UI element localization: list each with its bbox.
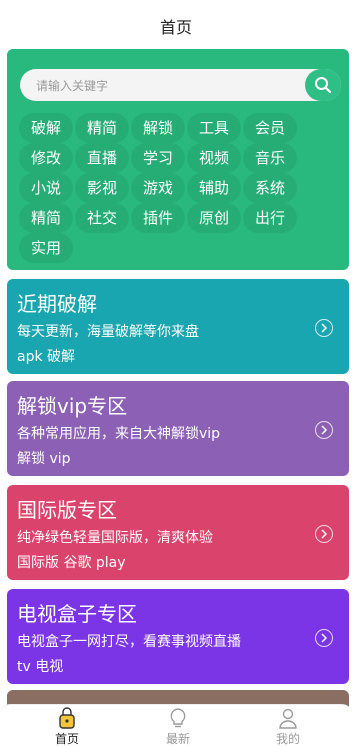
tab-label: 首页 xyxy=(54,732,79,746)
tab-label: 我的 xyxy=(275,732,300,746)
card-title: 国际版专区 xyxy=(17,498,117,522)
card-subtitle: 国际版 谷歌 play xyxy=(17,555,126,571)
card-description: 各种常用应用，来自大神解锁vip xyxy=(17,426,221,442)
user-icon xyxy=(279,708,297,729)
tag-item[interactable]: 小说 xyxy=(19,173,73,203)
tag-item[interactable]: 学习 xyxy=(131,143,185,173)
card-international-edition[interactable]: 国际版专区 纯净绿色轻量国际版，清爽体验 国际版 谷歌 play xyxy=(7,485,349,580)
tag-item[interactable]: 音乐 xyxy=(243,143,297,173)
card-title: 解锁vip专区 xyxy=(17,394,128,418)
card-description: 纯净绿色轻量国际版，清爽体验 xyxy=(17,530,213,546)
bottom-tab-bar: 首页 最新 我的 xyxy=(0,704,352,746)
top-bar: 首页 xyxy=(0,0,352,46)
card-unlock-vip[interactable]: 解锁vip专区 各种常用应用，来自大神解锁vip 解锁 vip xyxy=(7,381,349,476)
card-tv-box[interactable]: 电视盒子专区 电视盒子一网打尽，看赛事视频直播 tv 电视 xyxy=(7,589,349,684)
tag-item[interactable]: 影视 xyxy=(75,173,129,203)
tag-item[interactable]: 会员 xyxy=(243,113,297,143)
lightbulb-icon xyxy=(170,708,186,728)
tag-item[interactable]: 视频 xyxy=(187,143,241,173)
search-panel: 破解 精简 解锁 工具 会员 修改 直播 学习 视频 音乐 小说 影视 游戏 辅… xyxy=(7,49,349,270)
chevron-right-icon[interactable] xyxy=(315,421,333,439)
tag-item[interactable]: 社交 xyxy=(75,203,129,233)
chevron-right-icon[interactable] xyxy=(315,525,333,543)
search-box[interactable] xyxy=(20,69,341,103)
chevron-right-icon[interactable] xyxy=(315,319,333,337)
search-input[interactable] xyxy=(34,69,298,103)
card-title: 近期破解 xyxy=(17,292,97,316)
page-title: 首页 xyxy=(159,18,192,37)
tag-item[interactable]: 插件 xyxy=(131,203,185,233)
tab-mine[interactable]: 我的 xyxy=(248,705,328,746)
tag-item[interactable]: 系统 xyxy=(243,173,297,203)
tab-label: 最新 xyxy=(165,732,190,746)
tag-item[interactable]: 直播 xyxy=(75,143,129,173)
home-icon xyxy=(59,707,75,729)
search-button[interactable] xyxy=(305,69,341,101)
tag-item[interactable]: 实用 xyxy=(19,233,73,263)
tag-item[interactable]: 破解 xyxy=(19,113,73,143)
tag-item[interactable]: 解锁 xyxy=(131,113,185,143)
card-title: 电视盒子专区 xyxy=(17,602,137,626)
chevron-right-icon[interactable] xyxy=(315,629,333,647)
card-subtitle: tv 电视 xyxy=(17,659,64,675)
card-recent-cracks[interactable]: 近期破解 每天更新，海量破解等你来盘 apk 破解 xyxy=(7,279,349,374)
card-description: 每天更新，海量破解等你来盘 xyxy=(17,324,199,340)
tab-latest[interactable]: 最新 xyxy=(138,705,218,746)
tab-home[interactable]: 首页 xyxy=(27,705,107,746)
search-icon xyxy=(315,77,332,94)
card-subtitle: 解锁 vip xyxy=(17,451,71,467)
tag-item[interactable]: 精简 xyxy=(19,203,73,233)
tag-list: 破解 精简 解锁 工具 会员 修改 直播 学习 视频 音乐 小说 影视 游戏 辅… xyxy=(19,113,337,263)
card-description: 电视盒子一网打尽，看赛事视频直播 xyxy=(17,634,241,650)
tag-item[interactable]: 游戏 xyxy=(131,173,185,203)
tag-item[interactable]: 修改 xyxy=(19,143,73,173)
tag-item[interactable]: 辅助 xyxy=(187,173,241,203)
tag-item[interactable]: 工具 xyxy=(187,113,241,143)
card-subtitle: apk 破解 xyxy=(17,349,76,365)
tag-item[interactable]: 出行 xyxy=(243,203,297,233)
tag-item[interactable]: 原创 xyxy=(187,203,241,233)
tag-item[interactable]: 精简 xyxy=(75,113,129,143)
